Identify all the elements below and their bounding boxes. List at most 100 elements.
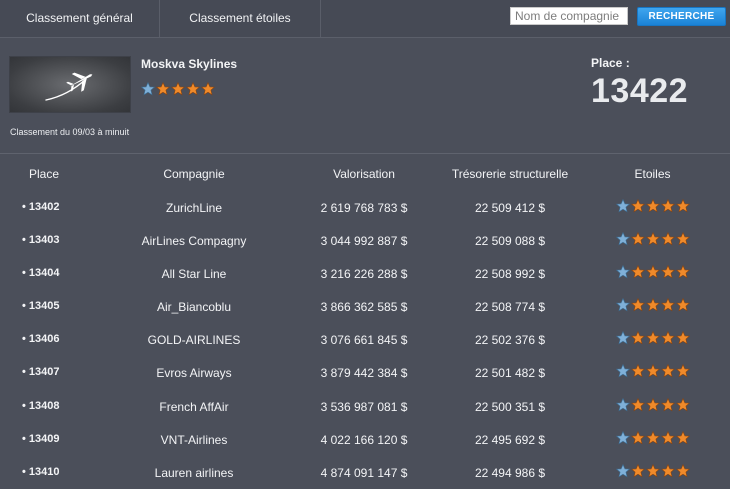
row-company-link[interactable]: All Star Line (88, 267, 300, 281)
row-company-link[interactable]: French AffAir (88, 400, 300, 414)
star-icon (675, 397, 690, 411)
table-row: • 13408 French AffAir 3 536 987 081 $ 22… (0, 390, 730, 423)
ranking-table-body: • 13402 ZurichLine 2 619 768 783 $ 22 50… (0, 191, 730, 489)
row-company-link[interactable]: Lauren airlines (88, 466, 300, 480)
star-icon (675, 463, 690, 478)
star-icon (630, 199, 645, 213)
star-icon (660, 298, 675, 312)
star-icon (630, 265, 645, 279)
header-stars: Etoiles (634, 167, 671, 181)
star-icon (675, 265, 690, 279)
ranking-table-header: Place Compagnie Valorisation Trésorerie … (0, 160, 730, 188)
row-company-link[interactable]: ZurichLine (88, 201, 300, 215)
row-place: • 13410 (22, 465, 60, 478)
table-row: • 13402 ZurichLine 2 619 768 783 $ 22 50… (0, 191, 730, 224)
row-company-link[interactable]: Air_Biancoblu (88, 300, 300, 314)
table-row: • 13403 AirLines Compagny 3 044 992 887 … (0, 224, 730, 257)
star-icon (675, 331, 690, 345)
row-treasury: 22 508 774 $ (474, 300, 546, 315)
header-valuation: Valorisation (333, 167, 395, 181)
star-icon (675, 298, 690, 312)
star-icon (186, 82, 200, 96)
row-place: • 13407 (22, 366, 60, 379)
table-row: • 13406 GOLD-AIRLINES 3 076 661 845 $ 22… (0, 323, 730, 356)
star-icon (645, 463, 660, 478)
star-icon (645, 331, 660, 345)
star-blue-icon (615, 199, 630, 213)
row-place: • 13405 (22, 300, 60, 313)
tab-stars-ranking[interactable]: Classement étoiles (160, 0, 321, 37)
place-value: 13422 (591, 72, 689, 110)
row-treasury: 22 502 376 $ (474, 333, 546, 348)
row-star-rating (595, 463, 710, 481)
star-icon (630, 364, 645, 378)
star-blue-icon (615, 463, 630, 478)
row-place: • 13406 (22, 333, 60, 346)
row-valuation: 3 866 362 585 $ (320, 300, 408, 315)
row-star-rating (595, 331, 710, 348)
row-company-link[interactable]: AirLines Compagny (88, 234, 300, 248)
star-icon (630, 331, 645, 345)
star-icon (675, 430, 690, 444)
row-star-rating (595, 397, 710, 415)
top-bar: Classement général Classement étoiles RE… (0, 0, 730, 38)
star-icon (645, 232, 660, 246)
star-icon (660, 430, 675, 444)
star-icon (660, 364, 675, 378)
company-logo (10, 57, 130, 112)
company-search-input[interactable] (510, 7, 628, 25)
row-treasury: 22 509 088 $ (474, 234, 546, 249)
star-icon (660, 232, 675, 246)
star-icon (645, 364, 660, 378)
row-valuation: 4 022 166 120 $ (320, 432, 408, 447)
star-icon (630, 430, 645, 444)
header-place: Place (28, 167, 60, 181)
place-label: Place : (591, 56, 630, 70)
star-icon (645, 265, 660, 279)
row-valuation: 2 619 768 783 $ (320, 201, 408, 215)
star-blue-icon (615, 430, 630, 444)
star-icon (201, 82, 215, 96)
row-star-rating (595, 232, 710, 249)
row-company-link[interactable]: GOLD-AIRLINES (88, 333, 300, 347)
row-valuation: 3 216 226 288 $ (320, 267, 408, 282)
company-name: Moskva Skylines (141, 57, 238, 71)
table-row: • 13410 Lauren airlines 4 874 091 147 $ … (0, 456, 730, 489)
row-valuation: 4 874 091 147 $ (320, 465, 408, 480)
tab-general-ranking[interactable]: Classement général (0, 0, 160, 37)
row-treasury: 22 501 482 $ (474, 366, 546, 381)
header-company: Compagnie (163, 167, 225, 181)
row-treasury: 22 508 992 $ (474, 267, 546, 282)
airplane-icon (45, 72, 93, 101)
star-icon (645, 298, 660, 312)
row-treasury: 22 509 412 $ (474, 201, 546, 215)
star-icon (630, 463, 645, 478)
row-place: • 13402 (22, 201, 60, 213)
search-button[interactable]: RECHERCHE (637, 7, 726, 26)
company-star-rating (141, 82, 215, 101)
table-row: • 13407 Evros Airways 3 879 442 384 $ 22… (0, 356, 730, 389)
row-valuation: 3 879 442 384 $ (320, 366, 408, 381)
table-row: • 13405 Air_Biancoblu 3 866 362 585 $ 22… (0, 290, 730, 323)
row-place: • 13408 (22, 399, 60, 412)
row-valuation: 3 076 661 845 $ (320, 333, 408, 348)
star-icon (675, 364, 690, 378)
row-star-rating (595, 430, 710, 448)
star-blue-icon (615, 397, 630, 411)
star-icon (645, 199, 660, 213)
star-icon (645, 430, 660, 444)
star-icon (630, 298, 645, 312)
star-icon (630, 232, 645, 246)
star-blue-icon (615, 364, 630, 378)
row-valuation: 3 044 992 887 $ (320, 234, 408, 249)
row-company-link[interactable]: VNT-Airlines (88, 433, 300, 447)
star-icon (630, 397, 645, 411)
row-star-rating (595, 298, 710, 315)
star-blue-icon (615, 232, 630, 246)
star-icon (660, 331, 675, 345)
table-row: • 13409 VNT-Airlines 4 022 166 120 $ 22 … (0, 423, 730, 456)
star-blue-icon (615, 331, 630, 345)
row-company-link[interactable]: Evros Airways (88, 366, 300, 380)
row-star-rating (595, 364, 710, 381)
header-treasury: Trésorerie structurelle (451, 167, 569, 181)
